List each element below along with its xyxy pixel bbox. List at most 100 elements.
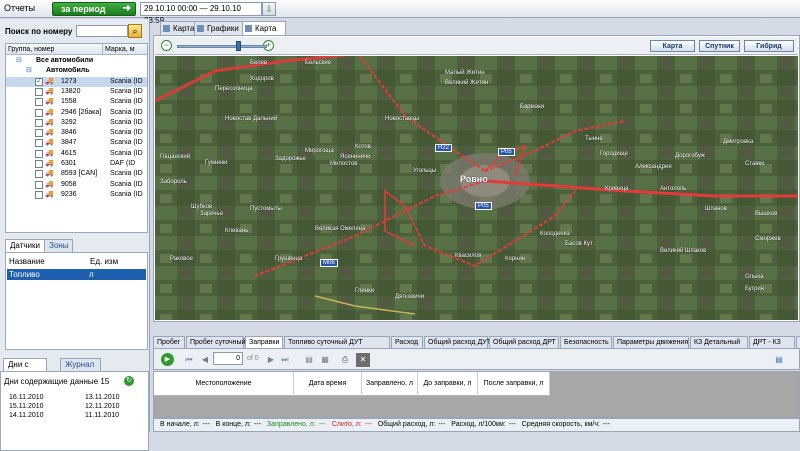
vehicle-checkbox[interactable] — [35, 139, 43, 148]
tab-charts-label: Графики — [207, 24, 239, 33]
tab-days-with-data[interactable]: Дни с данными — [3, 358, 47, 381]
tree-vehicle-row[interactable]: 🚚 2946 [2бака] Scania (ID — [6, 108, 147, 118]
tree-vehicle-row[interactable]: 🚚 3292 Scania (ID — [6, 118, 147, 128]
tree-vehicle-row[interactable]: 🚚 3846 Scania (ID — [6, 128, 147, 138]
vehicle-checkbox[interactable] — [35, 118, 43, 127]
report-tab[interactable]: ДРТ - КЗ — [749, 336, 795, 348]
export-excel-icon[interactable]: ▦ — [318, 353, 332, 367]
day-item[interactable]: 16.11.2010 — [9, 394, 44, 401]
sensor-row[interactable]: Топливо л — [7, 269, 146, 280]
truck-icon: 🚚 — [45, 149, 54, 157]
report-tab[interactable]: Заправки — [245, 336, 283, 348]
day-item[interactable]: 12.11.2010 — [85, 403, 120, 410]
vehicle-make: DAF (ID — [110, 160, 136, 167]
report-tab[interactable]: КЗ Детальный — [690, 336, 748, 348]
vehicle-checkbox[interactable] — [35, 170, 43, 179]
tab-event-log[interactable]: Журнал событий — [60, 358, 102, 381]
vehicle-checkbox[interactable] — [35, 87, 43, 96]
map-place-label: Тынне — [585, 136, 603, 142]
report-tab[interactable]: Пробег — [153, 336, 185, 348]
report-tab[interactable]: Общий расход ДУТ — [424, 336, 491, 348]
day-item[interactable]: 14.11.2010 — [9, 412, 44, 419]
status-item: Расход, л/100км: --- — [448, 421, 516, 428]
col-after-refill[interactable]: После заправки, л — [478, 372, 550, 396]
report-tab[interactable]: Расход — [391, 336, 423, 348]
tree-vehicle-row[interactable]: ✓ 🚚 1273 Scania (ID — [6, 76, 147, 87]
vehicle-checkbox[interactable] — [35, 149, 43, 158]
print-icon[interactable]: ⎙ — [338, 353, 352, 367]
tab-zones[interactable]: Зоны — [44, 239, 74, 252]
tree-vehicle-row[interactable]: 🚚 9236 Scania (ID — [6, 190, 147, 200]
build-report-button[interactable]: ▶ — [161, 353, 174, 366]
col-before-refill[interactable]: До заправки, л — [418, 372, 478, 396]
tree-vehicle-row[interactable]: 🚚 9058 Scania (ID — [6, 180, 147, 190]
map-type-map-button[interactable]: Карта — [650, 40, 695, 52]
search-icon[interactable]: ⌕ — [128, 24, 142, 38]
report-tab[interactable]: Пробег суточный — [186, 336, 245, 348]
truck-icon: 🚚 — [45, 129, 54, 137]
tree-vehicle-row[interactable]: 🚚 6301 DAF (ID — [6, 159, 147, 169]
prev-page-icon[interactable]: ◀ — [198, 353, 212, 367]
map-place-label: Пустомыты — [250, 206, 282, 212]
tree-vehicle-row[interactable]: 🚚 4615 Scania (ID — [6, 149, 147, 159]
tree-vehicle-row[interactable]: 🚚 3847 Scania (ID — [6, 138, 147, 148]
clear-icon[interactable]: ✕ — [356, 353, 370, 367]
export-icon[interactable]: ▤ — [302, 353, 316, 367]
first-page-icon[interactable]: ⏮ — [182, 353, 196, 367]
vehicle-number: 3846 — [61, 129, 77, 137]
zoom-slider-thumb[interactable] — [236, 41, 241, 51]
vehicle-checkbox[interactable] — [35, 98, 43, 107]
report-tab[interactable]: Безопасность — [560, 336, 612, 348]
vehicle-number: 4615 — [61, 149, 77, 157]
vehicle-checkbox[interactable] — [35, 160, 43, 168]
day-item[interactable]: 11.11.2010 — [85, 412, 119, 419]
period-button[interactable]: за период ➜ — [52, 2, 136, 16]
tree-header-make[interactable]: Марка, м — [102, 44, 147, 55]
vehicle-number: 1558 — [61, 98, 77, 106]
report-tab[interactable]: Общий расход ДРТ — [489, 336, 559, 348]
tree-group-node[interactable]: ⊟ Все автомобили — [6, 56, 147, 66]
day-item[interactable]: 13.11.2010 — [85, 394, 120, 401]
vehicle-checkbox[interactable] — [35, 190, 43, 199]
col-location[interactable]: Местоположение — [154, 372, 294, 396]
last-page-icon[interactable]: ⏭ — [278, 353, 292, 367]
tab-google-map[interactable]: Карта Google — [242, 21, 286, 46]
report-tab[interactable]: ДУТ — [796, 336, 800, 348]
collapse-icon[interactable]: ⊟ — [26, 66, 32, 76]
zoom-slider[interactable] — [177, 45, 267, 48]
satellite-map[interactable]: Белев Бельские Ходоров Малый Житин Великий Ж… — [155, 56, 798, 320]
date-range-field[interactable]: 29.10.10 00:00 — 29.10.10 23:59 — [140, 2, 262, 25]
reports-label: Отчеты — [4, 3, 36, 13]
vehicle-checkbox[interactable] — [35, 129, 43, 138]
zoom-out-icon[interactable]: − — [161, 40, 172, 51]
report-tab[interactable]: Топливо суточный ДУТ — [284, 336, 390, 348]
vehicle-checkbox[interactable] — [35, 108, 43, 117]
map-type-satellite-button[interactable]: Спутник — [699, 40, 740, 52]
status-label: Слито, л: — [331, 421, 362, 428]
refresh-icon[interactable]: ↻ — [124, 376, 134, 386]
next-page-icon[interactable]: ▶ — [264, 353, 278, 367]
day-item[interactable]: 15.11.2010 — [9, 403, 44, 410]
truck-icon: 🚚 — [45, 139, 54, 147]
map-place-label: Великая Омеляна — [315, 226, 366, 232]
vehicle-checkbox[interactable] — [35, 180, 43, 189]
col-datetime[interactable]: Дата время — [294, 372, 362, 396]
tab-sensors[interactable]: Датчики — [5, 239, 45, 252]
map-type-hybrid-button[interactable]: Гибрид — [744, 40, 794, 52]
search-input[interactable] — [76, 25, 128, 37]
columns-menu-icon[interactable]: ▤ — [772, 353, 786, 367]
tree-group-label: Автомобиль — [46, 67, 90, 75]
tab-charts[interactable]: Графики — [194, 21, 244, 35]
page-number-input[interactable]: 0 — [213, 352, 243, 365]
report-tab[interactable]: Параметры движения — [613, 336, 689, 348]
vehicle-checkbox[interactable]: ✓ — [35, 77, 43, 86]
col-refilled[interactable]: Заправлено, л — [362, 372, 418, 396]
tree-group-node[interactable]: ⊟ Автомобиль — [6, 66, 147, 76]
collapse-icon[interactable]: ⊟ — [16, 56, 22, 66]
tree-vehicle-row[interactable]: 🚚 13820 Scania (ID — [6, 87, 147, 97]
days-label: Дни содержащие данные 15 — [4, 377, 109, 386]
tree-header-group[interactable]: Группа, номер — [6, 44, 102, 55]
tree-vehicle-row[interactable]: 🚚 1558 Scania (ID — [6, 97, 147, 107]
calendar-dropdown-icon[interactable]: ⇩ — [262, 2, 276, 16]
tree-vehicle-row[interactable]: 🚚 8593 [CAN] Scania (ID — [6, 169, 147, 179]
